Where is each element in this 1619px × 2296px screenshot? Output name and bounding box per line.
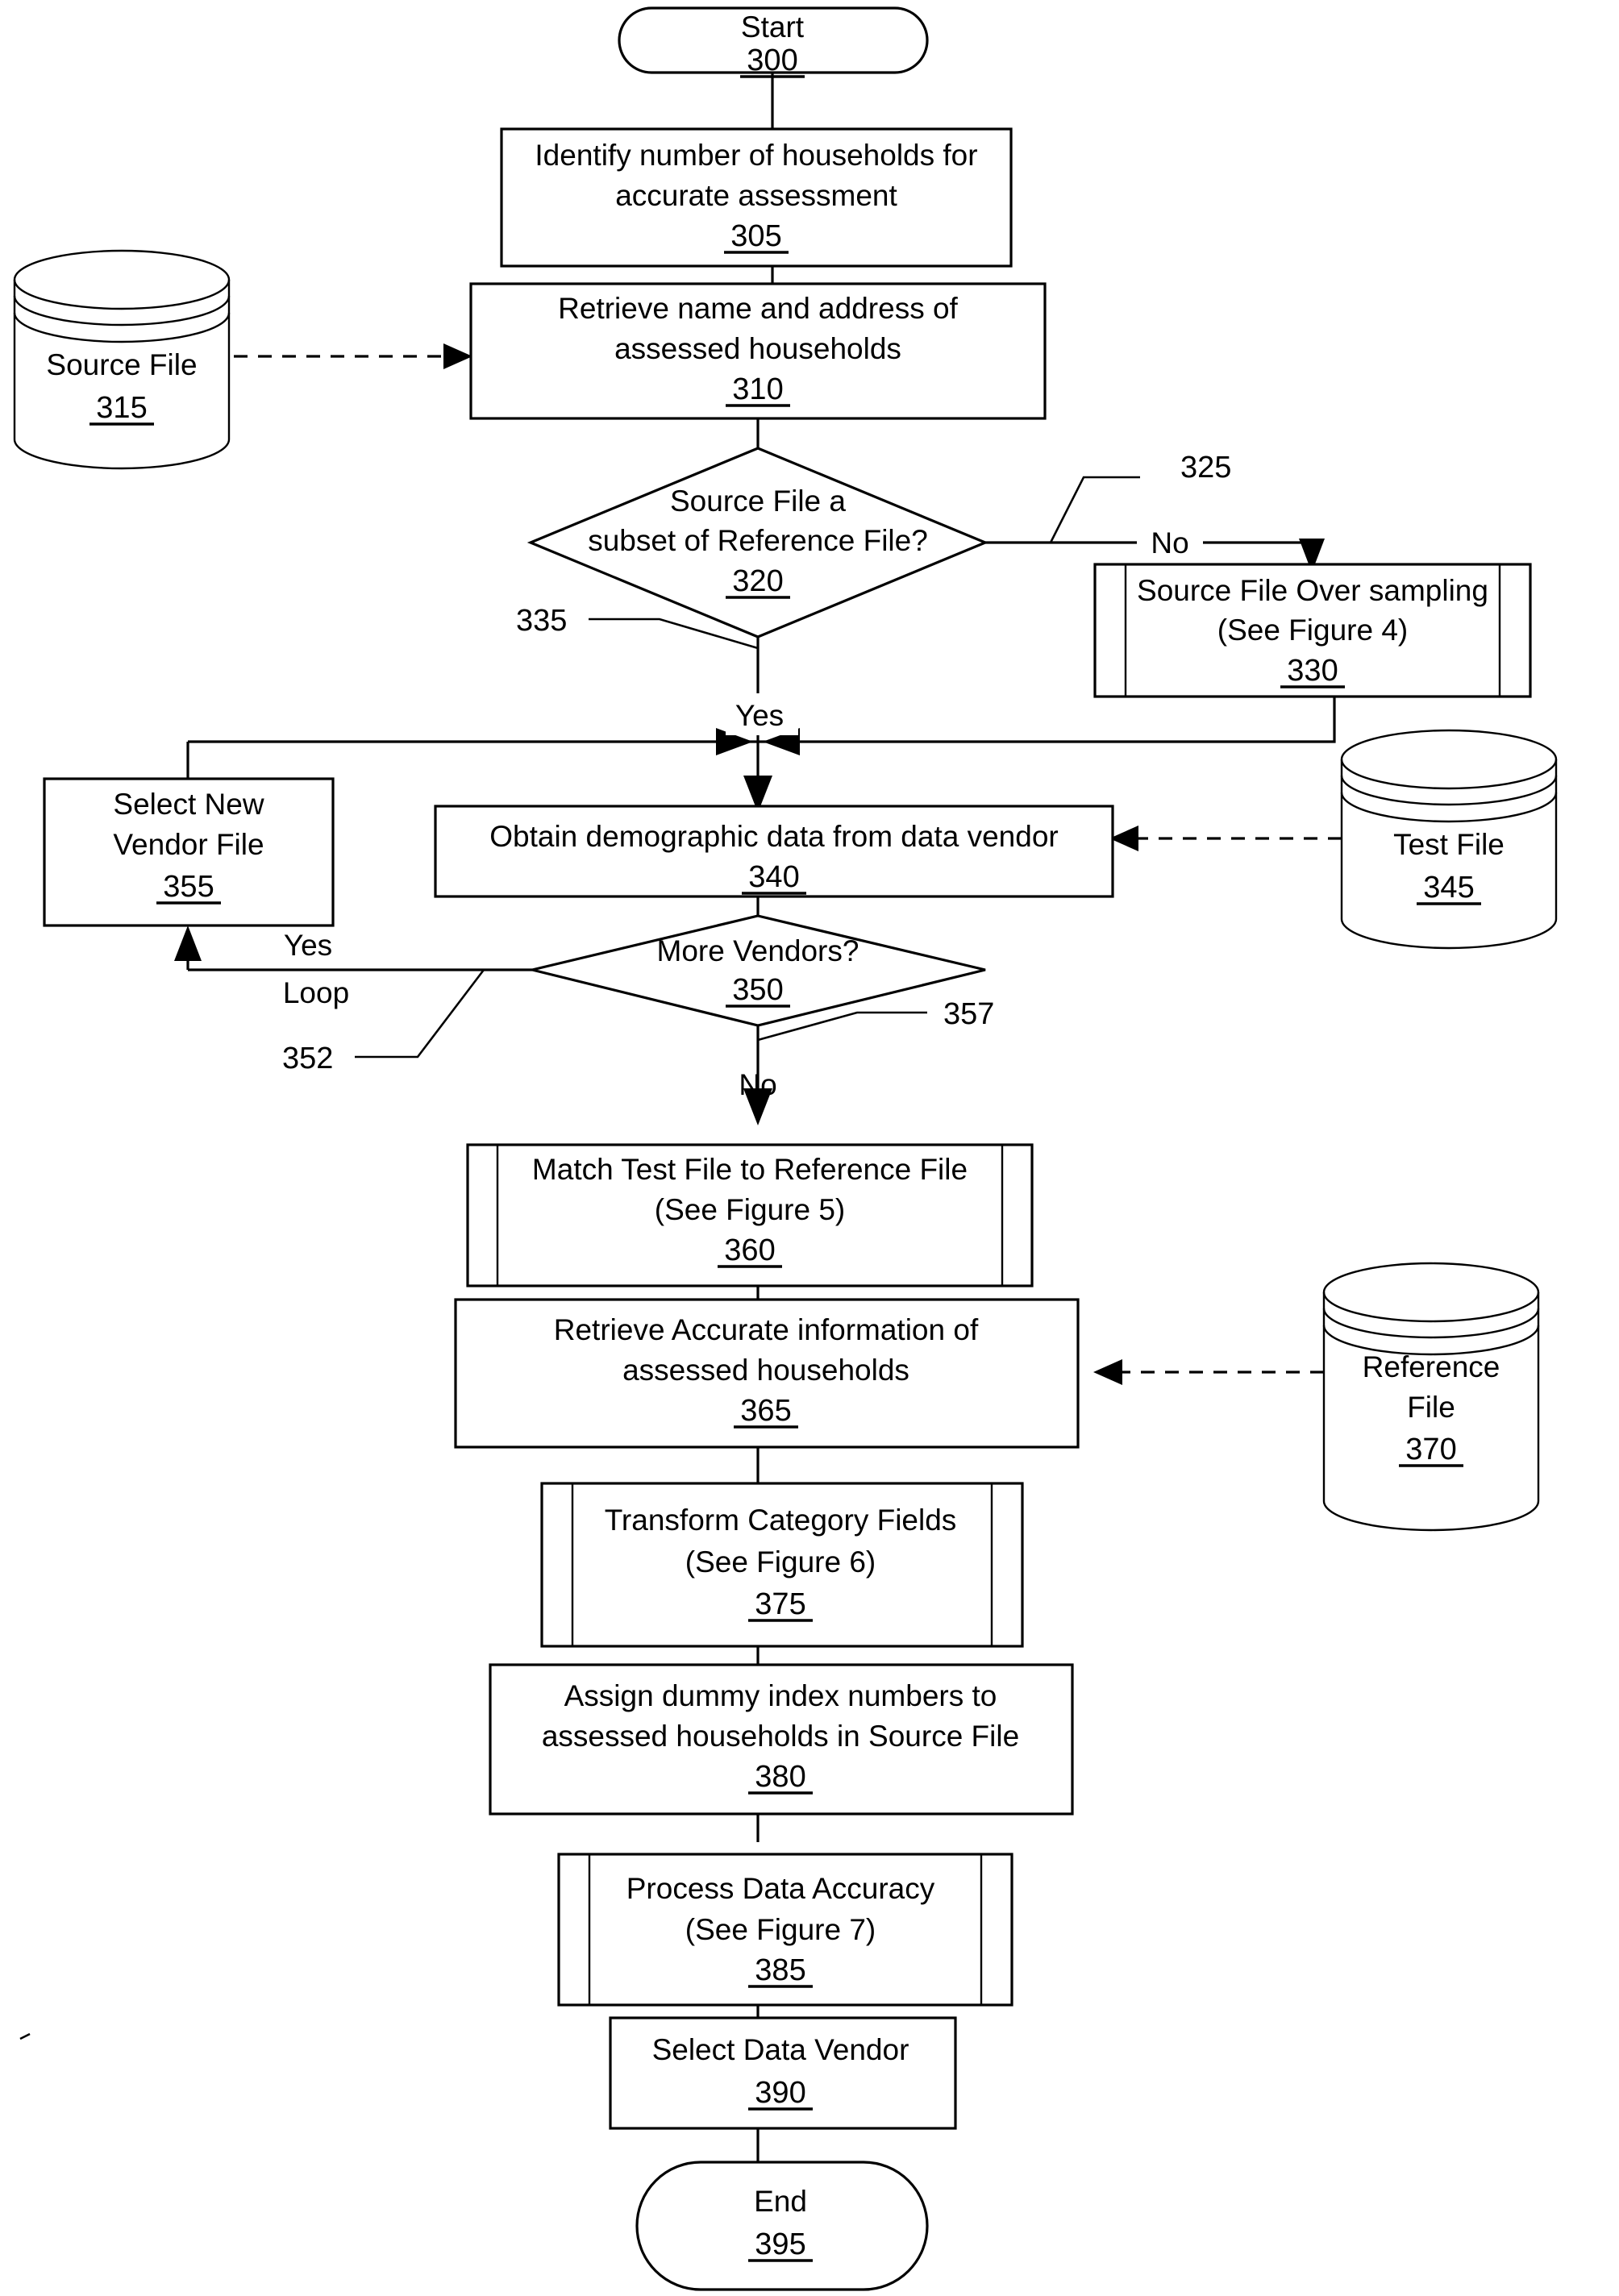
node-345-database: Test File 345 [1340,729,1558,950]
node-390: Select Data Vendor 390 [609,2016,957,2130]
node-310-line1: Retrieve name and address of [558,292,958,325]
node-320-decision: Source File a subset of Reference File? … [526,447,989,638]
node-385-ref: 385 [755,1953,805,1987]
node-370-ref: 370 [1405,1433,1456,1466]
callout-335: 335 [516,604,567,638]
node-345-top-ellipse [1340,729,1558,790]
edge-label-loop-350: Loop [283,976,349,1009]
node-350-decision: More Vendors? 350 [531,914,986,1027]
node-390-line1: Select Data Vendor [652,2033,909,2066]
node-355: Select New Vendor File 355 [43,777,335,927]
scan-artifact-mark [19,2032,31,2040]
start-label: Start [741,10,805,44]
node-380-line1: Assign dummy index numbers to [564,1679,997,1712]
node-380-ref: 380 [755,1760,805,1794]
edge-label-yes-320: Yes [735,699,784,732]
node-320-line1: Source File a [670,485,846,518]
edge-label-no-350: No [739,1068,776,1101]
node-330-predefined: Source File Over sampling (See Figure 4)… [1093,563,1532,698]
node-375-line1: Transform Category Fields [605,1504,957,1537]
node-370-database: Reference File 370 [1322,1262,1540,1532]
flowchart-canvas: Start 300 Identify number of households … [13,6,1558,2291]
node-365: Retrieve Accurate information of assesse… [454,1298,1080,1449]
node-350-ref: 350 [732,973,783,1007]
node-340-line1: Obtain demographic data from data vendor [489,820,1058,853]
leader-callout-325 [1049,476,1140,543]
node-305-line2: accurate assessment [615,179,897,212]
node-350-line1: More Vendors? [657,934,859,967]
node-390-ref: 390 [755,2076,805,2110]
patent-figure-flowchart: Start 300 Identify number of households … [0,0,1619,2296]
node-355-line2: Vendor File [113,828,264,861]
arrowhead-370-to-365 [1093,1359,1122,1385]
start-ref: 300 [747,44,797,77]
connector-330-to-junction [758,697,1336,743]
node-310-line2: assessed households [614,332,901,365]
node-320-ref: 320 [732,564,783,598]
node-start: Start 300 [618,6,929,78]
node-315-database: Source File 315 [13,249,231,470]
node-320-line2: subset of Reference File? [588,524,928,557]
edge-label-yes-350: Yes [284,929,332,962]
node-365-line1: Retrieve Accurate information of [554,1313,979,1346]
node-360-ref: 360 [724,1233,775,1267]
node-365-ref: 365 [740,1394,791,1428]
node-355-ref: 355 [163,870,214,904]
node-340: Obtain demographic data from data vendor… [434,805,1114,898]
node-365-line2: assessed households [622,1354,909,1387]
node-370-top-ellipse [1322,1262,1540,1323]
node-375-line2: (See Figure 6) [685,1545,876,1578]
callout-325: 325 [1180,451,1231,485]
node-370-line2: File [1407,1391,1455,1424]
node-330-line2: (See Figure 4) [1217,614,1409,647]
callout-357: 357 [943,997,994,1031]
node-385-line2: (See Figure 7) [685,1913,876,1946]
node-340-ref: 340 [748,860,799,894]
callout-352: 352 [282,1042,333,1075]
node-315-label: Source File [46,348,197,381]
node-345-label: Test File [1393,828,1505,861]
node-305-ref: 305 [730,219,781,253]
node-305: Identify number of households for accura… [500,127,1013,268]
edge-label-no-320: No [1151,526,1188,559]
node-385-line1: Process Data Accuracy [626,1872,935,1905]
node-end: End 395 [635,2161,929,2291]
node-330-ref: 330 [1287,654,1338,688]
node-375-ref: 375 [755,1587,805,1621]
node-360-line2: (See Figure 5) [655,1193,846,1226]
node-355-line1: Select New [113,788,264,821]
node-375-predefined: Transform Category Fields (See Figure 6)… [540,1482,1024,1648]
node-330-line1: Source File Over sampling [1137,574,1488,607]
node-380-line2: assessed households in Source File [542,1720,1019,1753]
node-360-line1: Match Test File to Reference File [532,1153,968,1186]
arrowhead-350-yes-to-355 [174,925,202,961]
end-terminator-shape [635,2161,929,2291]
node-350-shape [531,914,986,1027]
end-ref: 395 [755,2227,805,2261]
node-385-predefined: Process Data Accuracy (See Figure 7) 385 [557,1853,1013,2007]
node-370-line1: Reference [1363,1350,1500,1383]
node-310: Retrieve name and address of assessed ho… [469,282,1047,420]
node-360-predefined: Match Test File to Reference File (See F… [466,1143,1034,1287]
node-315-ref: 315 [96,391,147,425]
node-310-ref: 310 [732,372,783,406]
leader-callout-352 [355,969,485,1059]
end-label: End [754,2185,807,2218]
node-380: Assign dummy index numbers to assessed h… [489,1663,1074,1816]
node-305-line1: Identify number of households for [535,139,977,172]
node-315-top-ellipse [13,249,231,310]
arrowhead-315-to-310 [443,343,472,369]
node-345-ref: 345 [1423,871,1474,905]
